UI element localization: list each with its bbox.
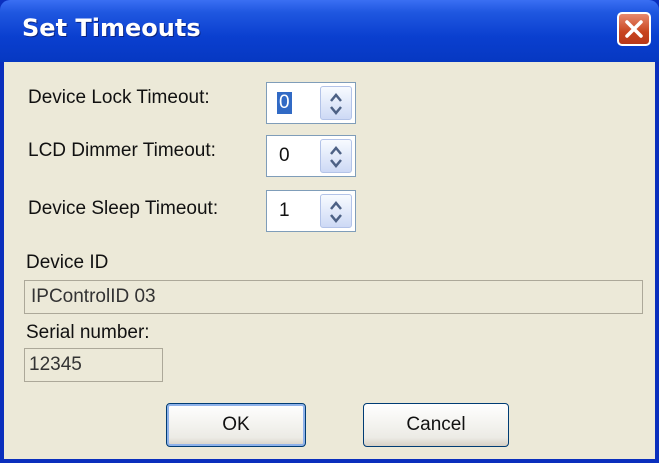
- spin-buttons[interactable]: [320, 86, 352, 120]
- spin-buttons[interactable]: [320, 139, 352, 173]
- lcd-dimmer-timeout-value[interactable]: 0: [279, 145, 290, 167]
- window-title: Set Timeouts: [22, 14, 201, 42]
- dialog-body: Device Lock Timeout: 0 LCD Dimmer Timeou…: [4, 62, 655, 459]
- device-id-label: Device ID: [26, 252, 109, 273]
- serial-number-field[interactable]: 12345: [24, 348, 163, 382]
- chevron-up-icon[interactable]: [330, 93, 342, 102]
- close-button[interactable]: [617, 12, 651, 46]
- chevron-up-icon[interactable]: [330, 201, 342, 210]
- lcd-dimmer-timeout-spinner[interactable]: 0: [266, 135, 356, 177]
- dialog-window: Set Timeouts Device Lock Timeout: 0 LCD …: [0, 0, 659, 463]
- device-lock-timeout-spinner[interactable]: 0: [266, 82, 356, 124]
- device-id-field[interactable]: IPControlID 03: [24, 280, 643, 314]
- cancel-button[interactable]: Cancel: [363, 403, 509, 447]
- device-sleep-timeout-label: Device Sleep Timeout:: [28, 198, 219, 219]
- chevron-down-icon[interactable]: [330, 214, 342, 223]
- ok-button[interactable]: OK: [166, 403, 306, 447]
- close-icon: [625, 20, 643, 38]
- device-lock-timeout-label: Device Lock Timeout:: [28, 87, 210, 108]
- device-lock-timeout-value[interactable]: 0: [277, 92, 292, 114]
- serial-number-value: 12345: [29, 354, 82, 375]
- lcd-dimmer-timeout-label: LCD Dimmer Timeout:: [28, 140, 216, 161]
- device-sleep-timeout-spinner[interactable]: 1: [266, 190, 356, 232]
- title-bar[interactable]: Set Timeouts: [0, 0, 659, 62]
- chevron-down-icon[interactable]: [330, 106, 342, 115]
- device-id-value: IPControlID 03: [31, 286, 156, 307]
- chevron-down-icon[interactable]: [330, 159, 342, 168]
- spin-buttons[interactable]: [320, 194, 352, 228]
- device-sleep-timeout-value[interactable]: 1: [279, 200, 290, 222]
- chevron-up-icon[interactable]: [330, 146, 342, 155]
- serial-number-label: Serial number:: [26, 322, 150, 343]
